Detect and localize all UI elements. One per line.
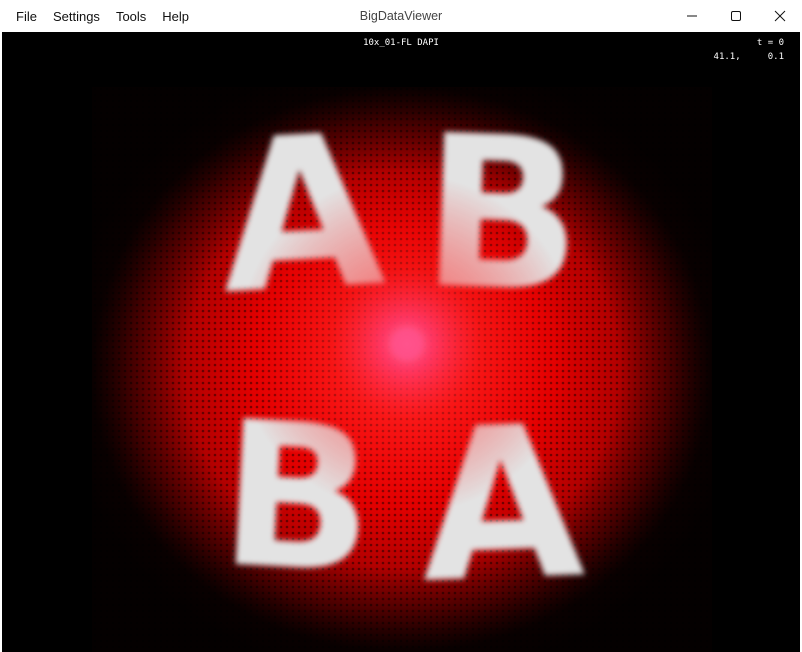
minimize-icon xyxy=(687,15,697,17)
maximize-button[interactable] xyxy=(714,0,758,32)
menu-bar: File Settings Tools Help xyxy=(8,0,197,32)
menu-tools[interactable]: Tools xyxy=(108,0,154,32)
coordinate-y: 0.1 xyxy=(767,52,784,62)
timepoint-label: t = 0 xyxy=(756,38,784,48)
mouse-coordinates: 41.1, 0.1 xyxy=(714,52,784,62)
menu-settings[interactable]: Settings xyxy=(45,0,108,32)
window-controls xyxy=(670,0,802,32)
title-bar: File Settings Tools Help BigDataViewer xyxy=(0,0,802,32)
coordinate-x: 41.1, xyxy=(713,52,741,62)
maximize-icon xyxy=(731,11,741,21)
image-viewer-canvas[interactable]: A B B A 10x_01-FL DAPI t = 0 41.1, 0.1 xyxy=(2,32,800,652)
close-button[interactable] xyxy=(758,0,802,32)
minimize-button[interactable] xyxy=(670,0,714,32)
menu-help[interactable]: Help xyxy=(154,0,197,32)
source-name-label: 10x_01-FL DAPI xyxy=(363,38,439,48)
close-icon xyxy=(774,10,786,22)
bigdataviewer-window: File Settings Tools Help BigDataViewer B… xyxy=(0,0,802,652)
menu-file[interactable]: File xyxy=(8,0,45,32)
sample-image: A B B A xyxy=(92,87,712,652)
